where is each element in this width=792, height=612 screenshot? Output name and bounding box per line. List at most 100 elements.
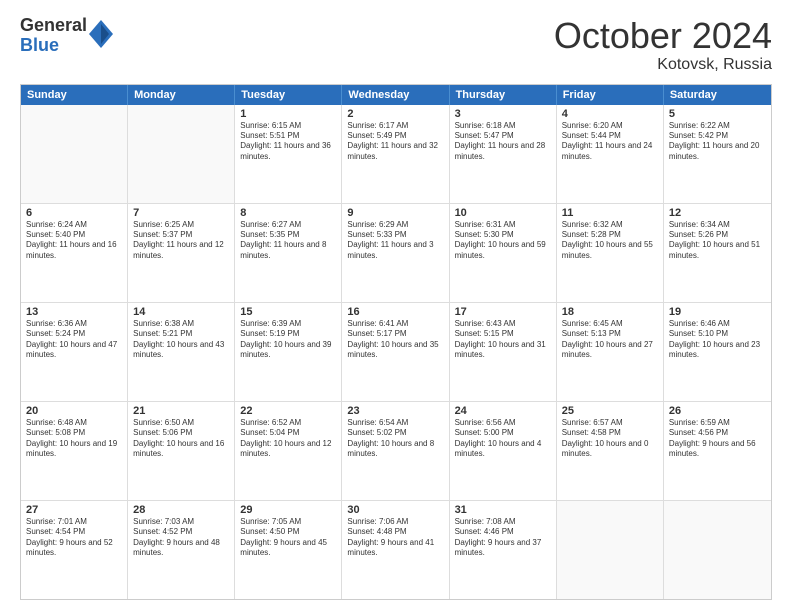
- calendar-row-4: 20Sunrise: 6:48 AM Sunset: 5:08 PM Dayli…: [21, 401, 771, 500]
- cell-info: Sunrise: 6:32 AM Sunset: 5:28 PM Dayligh…: [562, 220, 658, 262]
- day-number: 28: [133, 504, 229, 516]
- calendar-cell: 14Sunrise: 6:38 AM Sunset: 5:21 PM Dayli…: [128, 303, 235, 401]
- calendar-cell: 9Sunrise: 6:29 AM Sunset: 5:33 PM Daylig…: [342, 204, 449, 302]
- calendar-cell: 26Sunrise: 6:59 AM Sunset: 4:56 PM Dayli…: [664, 402, 771, 500]
- cell-info: Sunrise: 6:45 AM Sunset: 5:13 PM Dayligh…: [562, 319, 658, 361]
- calendar-cell: 13Sunrise: 6:36 AM Sunset: 5:24 PM Dayli…: [21, 303, 128, 401]
- cell-info: Sunrise: 6:41 AM Sunset: 5:17 PM Dayligh…: [347, 319, 443, 361]
- calendar-row-5: 27Sunrise: 7:01 AM Sunset: 4:54 PM Dayli…: [21, 500, 771, 599]
- calendar-cell: 10Sunrise: 6:31 AM Sunset: 5:30 PM Dayli…: [450, 204, 557, 302]
- calendar-cell: 4Sunrise: 6:20 AM Sunset: 5:44 PM Daylig…: [557, 105, 664, 203]
- cell-info: Sunrise: 6:17 AM Sunset: 5:49 PM Dayligh…: [347, 121, 443, 163]
- calendar: SundayMondayTuesdayWednesdayThursdayFrid…: [20, 84, 772, 600]
- day-number: 1: [240, 108, 336, 120]
- day-number: 5: [669, 108, 766, 120]
- month-title: October 2024: [554, 16, 772, 56]
- weekday-header-saturday: Saturday: [664, 85, 771, 105]
- cell-info: Sunrise: 6:38 AM Sunset: 5:21 PM Dayligh…: [133, 319, 229, 361]
- cell-info: Sunrise: 6:25 AM Sunset: 5:37 PM Dayligh…: [133, 220, 229, 262]
- day-number: 15: [240, 306, 336, 318]
- cell-info: Sunrise: 7:05 AM Sunset: 4:50 PM Dayligh…: [240, 517, 336, 559]
- cell-info: Sunrise: 6:18 AM Sunset: 5:47 PM Dayligh…: [455, 121, 551, 163]
- cell-info: Sunrise: 6:46 AM Sunset: 5:10 PM Dayligh…: [669, 319, 766, 361]
- day-number: 19: [669, 306, 766, 318]
- title-block: October 2024 Kotovsk, Russia: [554, 16, 772, 74]
- weekday-header-friday: Friday: [557, 85, 664, 105]
- day-number: 30: [347, 504, 443, 516]
- calendar-header: SundayMondayTuesdayWednesdayThursdayFrid…: [21, 85, 771, 105]
- cell-info: Sunrise: 7:03 AM Sunset: 4:52 PM Dayligh…: [133, 517, 229, 559]
- calendar-cell: [21, 105, 128, 203]
- day-number: 21: [133, 405, 229, 417]
- cell-info: Sunrise: 7:01 AM Sunset: 4:54 PM Dayligh…: [26, 517, 122, 559]
- cell-info: Sunrise: 6:22 AM Sunset: 5:42 PM Dayligh…: [669, 121, 766, 163]
- day-number: 12: [669, 207, 766, 219]
- logo-text: General Blue: [20, 16, 87, 56]
- calendar-cell: 6Sunrise: 6:24 AM Sunset: 5:40 PM Daylig…: [21, 204, 128, 302]
- day-number: 23: [347, 405, 443, 417]
- cell-info: Sunrise: 6:24 AM Sunset: 5:40 PM Dayligh…: [26, 220, 122, 262]
- cell-info: Sunrise: 6:39 AM Sunset: 5:19 PM Dayligh…: [240, 319, 336, 361]
- weekday-header-wednesday: Wednesday: [342, 85, 449, 105]
- calendar-cell: 3Sunrise: 6:18 AM Sunset: 5:47 PM Daylig…: [450, 105, 557, 203]
- calendar-cell: 19Sunrise: 6:46 AM Sunset: 5:10 PM Dayli…: [664, 303, 771, 401]
- calendar-cell: 17Sunrise: 6:43 AM Sunset: 5:15 PM Dayli…: [450, 303, 557, 401]
- calendar-cell: 1Sunrise: 6:15 AM Sunset: 5:51 PM Daylig…: [235, 105, 342, 203]
- day-number: 6: [26, 207, 122, 219]
- day-number: 24: [455, 405, 551, 417]
- day-number: 10: [455, 207, 551, 219]
- calendar-page: General Blue October 2024 Kotovsk, Russi…: [0, 0, 792, 612]
- cell-info: Sunrise: 6:29 AM Sunset: 5:33 PM Dayligh…: [347, 220, 443, 262]
- cell-info: Sunrise: 6:20 AM Sunset: 5:44 PM Dayligh…: [562, 121, 658, 163]
- logo-general: General: [20, 16, 87, 36]
- day-number: 25: [562, 405, 658, 417]
- weekday-header-monday: Monday: [128, 85, 235, 105]
- calendar-cell: [664, 501, 771, 599]
- cell-info: Sunrise: 6:15 AM Sunset: 5:51 PM Dayligh…: [240, 121, 336, 163]
- cell-info: Sunrise: 6:43 AM Sunset: 5:15 PM Dayligh…: [455, 319, 551, 361]
- day-number: 13: [26, 306, 122, 318]
- day-number: 20: [26, 405, 122, 417]
- day-number: 26: [669, 405, 766, 417]
- calendar-body: 1Sunrise: 6:15 AM Sunset: 5:51 PM Daylig…: [21, 105, 771, 599]
- calendar-cell: [557, 501, 664, 599]
- calendar-cell: 16Sunrise: 6:41 AM Sunset: 5:17 PM Dayli…: [342, 303, 449, 401]
- cell-info: Sunrise: 7:06 AM Sunset: 4:48 PM Dayligh…: [347, 517, 443, 559]
- logo-icon: [89, 20, 113, 48]
- calendar-cell: 23Sunrise: 6:54 AM Sunset: 5:02 PM Dayli…: [342, 402, 449, 500]
- weekday-header-tuesday: Tuesday: [235, 85, 342, 105]
- weekday-header-sunday: Sunday: [21, 85, 128, 105]
- calendar-cell: 8Sunrise: 6:27 AM Sunset: 5:35 PM Daylig…: [235, 204, 342, 302]
- cell-info: Sunrise: 6:27 AM Sunset: 5:35 PM Dayligh…: [240, 220, 336, 262]
- cell-info: Sunrise: 6:52 AM Sunset: 5:04 PM Dayligh…: [240, 418, 336, 460]
- calendar-cell: 2Sunrise: 6:17 AM Sunset: 5:49 PM Daylig…: [342, 105, 449, 203]
- day-number: 8: [240, 207, 336, 219]
- day-number: 3: [455, 108, 551, 120]
- calendar-cell: 30Sunrise: 7:06 AM Sunset: 4:48 PM Dayli…: [342, 501, 449, 599]
- calendar-cell: 12Sunrise: 6:34 AM Sunset: 5:26 PM Dayli…: [664, 204, 771, 302]
- calendar-row-1: 1Sunrise: 6:15 AM Sunset: 5:51 PM Daylig…: [21, 105, 771, 203]
- day-number: 17: [455, 306, 551, 318]
- day-number: 4: [562, 108, 658, 120]
- calendar-cell: 28Sunrise: 7:03 AM Sunset: 4:52 PM Dayli…: [128, 501, 235, 599]
- cell-info: Sunrise: 6:48 AM Sunset: 5:08 PM Dayligh…: [26, 418, 122, 460]
- day-number: 18: [562, 306, 658, 318]
- calendar-cell: 5Sunrise: 6:22 AM Sunset: 5:42 PM Daylig…: [664, 105, 771, 203]
- day-number: 2: [347, 108, 443, 120]
- day-number: 16: [347, 306, 443, 318]
- day-number: 14: [133, 306, 229, 318]
- cell-info: Sunrise: 6:57 AM Sunset: 4:58 PM Dayligh…: [562, 418, 658, 460]
- logo: General Blue: [20, 16, 113, 56]
- calendar-cell: 25Sunrise: 6:57 AM Sunset: 4:58 PM Dayli…: [557, 402, 664, 500]
- day-number: 22: [240, 405, 336, 417]
- calendar-cell: 31Sunrise: 7:08 AM Sunset: 4:46 PM Dayli…: [450, 501, 557, 599]
- cell-info: Sunrise: 6:59 AM Sunset: 4:56 PM Dayligh…: [669, 418, 766, 460]
- calendar-cell: 18Sunrise: 6:45 AM Sunset: 5:13 PM Dayli…: [557, 303, 664, 401]
- calendar-cell: 20Sunrise: 6:48 AM Sunset: 5:08 PM Dayli…: [21, 402, 128, 500]
- cell-info: Sunrise: 6:34 AM Sunset: 5:26 PM Dayligh…: [669, 220, 766, 262]
- calendar-cell: 11Sunrise: 6:32 AM Sunset: 5:28 PM Dayli…: [557, 204, 664, 302]
- cell-info: Sunrise: 6:36 AM Sunset: 5:24 PM Dayligh…: [26, 319, 122, 361]
- day-number: 29: [240, 504, 336, 516]
- day-number: 11: [562, 207, 658, 219]
- calendar-cell: 21Sunrise: 6:50 AM Sunset: 5:06 PM Dayli…: [128, 402, 235, 500]
